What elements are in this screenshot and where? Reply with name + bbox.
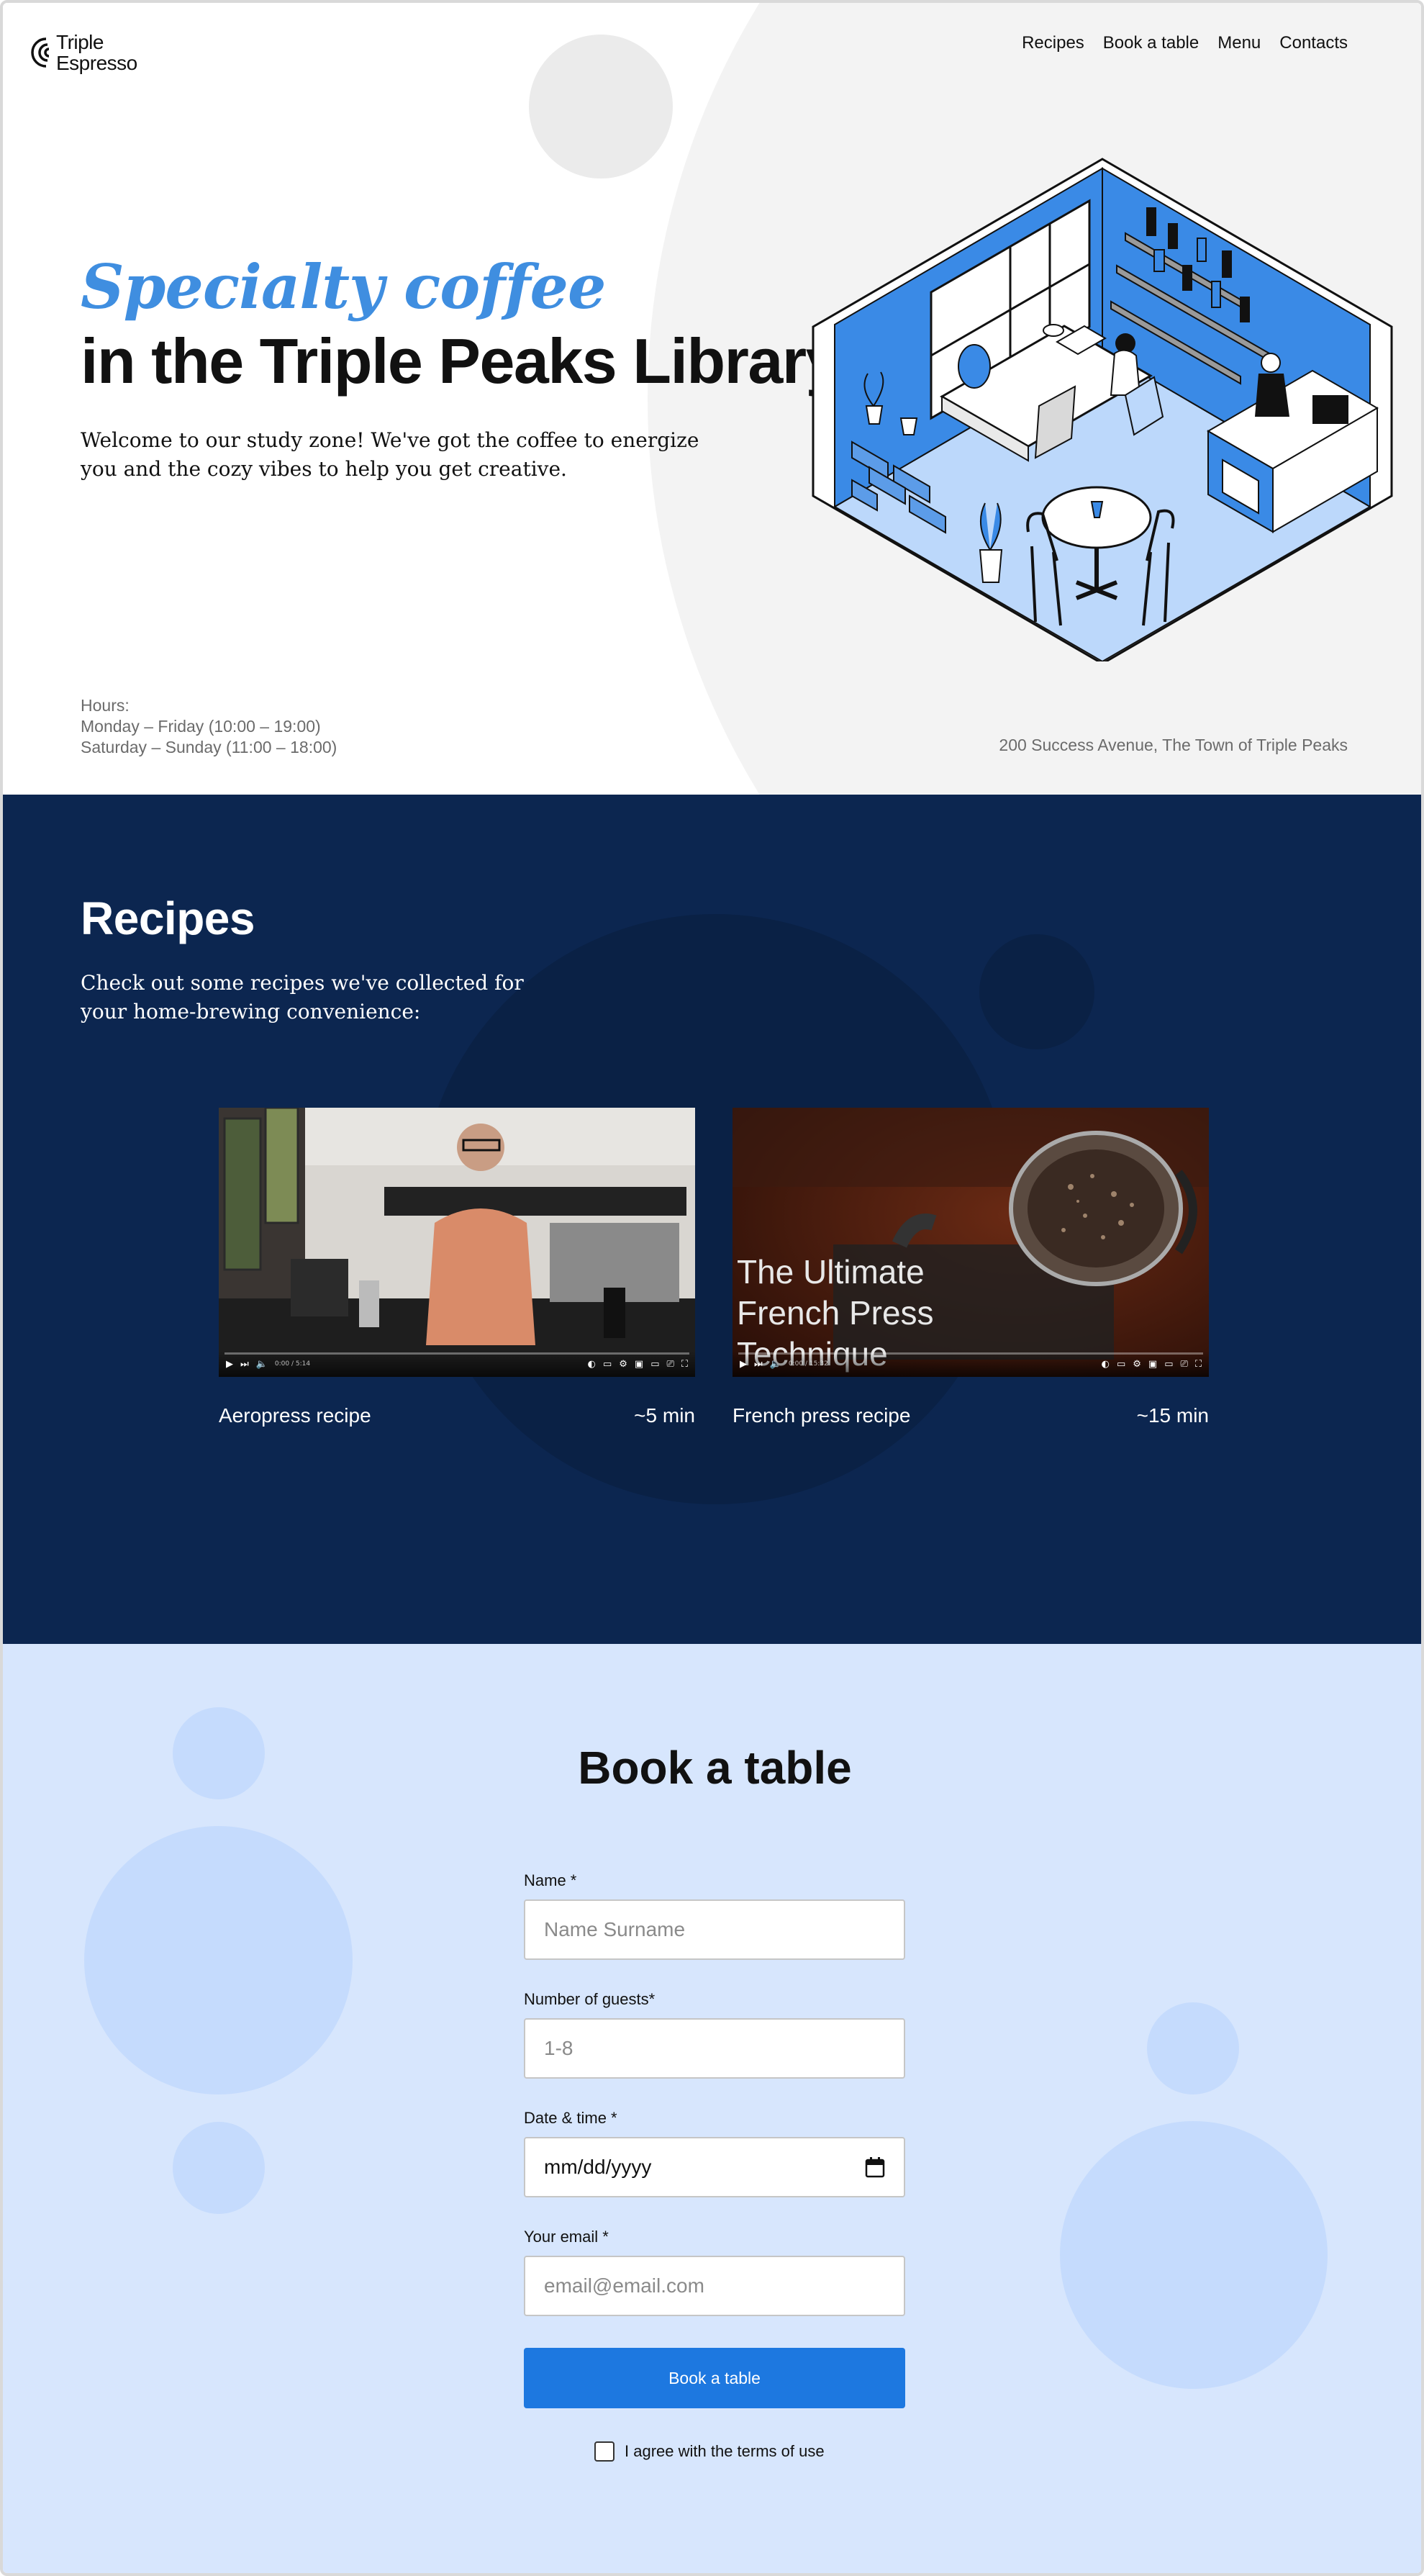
video-progress-bar[interactable]	[225, 1352, 689, 1355]
email-field-box	[524, 2256, 905, 2316]
hours-weekend: Saturday – Sunday (11:00 – 18:00)	[81, 738, 337, 756]
hero-section: Triple Espresso Recipes Book a table Men…	[3, 3, 1421, 795]
play-icon[interactable]: ▶	[740, 1359, 747, 1370]
nav-contacts[interactable]: Contacts	[1279, 32, 1348, 55]
cast-icon[interactable]: ⎚	[666, 1359, 674, 1370]
aeropress-caption: Aeropress recipe	[219, 1404, 371, 1427]
french-press-caption: French press recipe	[733, 1404, 911, 1427]
video-progress-bar[interactable]	[738, 1352, 1203, 1355]
volume-icon[interactable]: 🔈	[256, 1359, 268, 1370]
terms-checkbox[interactable]	[594, 2441, 615, 2462]
name-field-box	[524, 1899, 905, 1960]
video-timestamp: 0:00 / 15:32	[788, 1360, 828, 1368]
french-press-video[interactable]: The Ultimate French Press Technique ▶ ⏭ …	[733, 1108, 1209, 1377]
hero-title-italic: Specialty coffee	[81, 251, 606, 322]
subtitles-icon[interactable]: ▭	[603, 1359, 612, 1370]
recipes-description: Check out some recipes we've collected f…	[81, 971, 524, 1023]
guests-field-box	[524, 2018, 905, 2079]
subtitles-icon[interactable]: ▭	[1117, 1359, 1125, 1370]
name-label: Name *	[524, 1871, 577, 1889]
address: 200 Success Avenue, The Town of Triple P…	[999, 736, 1348, 754]
recipes-title: Recipes	[81, 892, 255, 944]
hours-weekdays: Monday – Friday (10:00 – 19:00)	[81, 717, 321, 736]
guests-input[interactable]	[544, 2037, 885, 2060]
autoplay-toggle-icon[interactable]: ◐	[1102, 1359, 1110, 1370]
logo-text: Triple Espresso	[56, 31, 137, 74]
aeropress-duration: ~5 min	[634, 1404, 695, 1427]
aeropress-video[interactable]: ▶ ⏭ 🔈 0:00 / 5:14 ◐ ▭ ⚙ ▣ ▭ ⎚ ⛶	[219, 1108, 695, 1377]
date-input[interactable]: mm/dd/yyyy	[524, 2137, 905, 2197]
email-label: Your email *	[524, 2228, 609, 2246]
fullscreen-icon[interactable]: ⛶	[1195, 1359, 1202, 1370]
theater-icon[interactable]: ▭	[650, 1359, 659, 1370]
book-decor-circle	[84, 1826, 353, 2094]
main-nav: Recipes Book a table Menu Contacts	[1022, 32, 1348, 55]
logo[interactable]: Triple Espresso	[30, 30, 145, 75]
book-decor-circle	[1060, 2121, 1328, 2389]
recipes-section: Recipes Check out some recipes we've col…	[3, 795, 1421, 1644]
play-icon[interactable]: ▶	[226, 1359, 233, 1370]
nav-book-a-table[interactable]: Book a table	[1103, 32, 1199, 55]
settings-icon[interactable]: ⚙	[619, 1359, 627, 1370]
nav-recipes[interactable]: Recipes	[1022, 32, 1084, 55]
french-press-caption-row: French press recipe ~15 min	[733, 1404, 1209, 1427]
volume-icon[interactable]: 🔈	[770, 1359, 781, 1370]
video-controls: ▶ ⏭ 🔈 0:00 / 5:14 ◐ ▭ ⚙ ▣ ▭ ⎚ ⛶	[219, 1351, 695, 1377]
next-icon[interactable]: ⏭	[754, 1359, 763, 1370]
name-input[interactable]	[544, 1918, 885, 1941]
calendar-icon[interactable]	[865, 2156, 885, 2178]
terms-label: I agree with the terms of use	[625, 2442, 825, 2460]
hours-label: Hours:	[81, 696, 130, 715]
theater-icon[interactable]: ▭	[1164, 1359, 1173, 1370]
cafe-illustration	[812, 158, 1393, 661]
date-input-value: mm/dd/yyyy	[544, 2156, 652, 2178]
book-title: Book a table	[578, 1742, 852, 1794]
french-press-duration: ~15 min	[1136, 1404, 1209, 1427]
email-input[interactable]	[544, 2274, 885, 2297]
video-timestamp: 0:00 / 5:14	[274, 1360, 311, 1368]
miniplayer-icon[interactable]: ▣	[1148, 1359, 1157, 1370]
page-frame: Triple Espresso Recipes Book a table Men…	[0, 0, 1424, 2576]
miniplayer-icon[interactable]: ▣	[635, 1359, 643, 1370]
french-press-video-thumbnail: The Ultimate French Press Technique	[733, 1108, 1209, 1377]
book-decor-circle	[173, 2122, 265, 2214]
aeropress-caption-row: Aeropress recipe ~5 min	[219, 1404, 695, 1427]
hero-title: in the Triple Peaks Library	[81, 325, 841, 397]
fullscreen-icon[interactable]: ⛶	[681, 1359, 688, 1370]
book-decor-circle	[1147, 2002, 1239, 2094]
hero-description: Welcome to our study zone! We've got the…	[81, 428, 699, 481]
nav-menu[interactable]: Menu	[1217, 32, 1261, 55]
autoplay-toggle-icon[interactable]: ◐	[588, 1359, 596, 1370]
recipes-decor-circle-small	[979, 934, 1094, 1049]
opening-hours: Hours: Monday – Friday (10:00 – 19:00) S…	[81, 695, 337, 758]
guests-label: Number of guests*	[524, 1990, 656, 2008]
video-controls: ▶ ⏭ 🔈 0:00 / 15:32 ◐ ▭ ⚙ ▣ ▭ ⎚ ⛶	[733, 1351, 1209, 1377]
aeropress-video-thumbnail	[219, 1108, 695, 1377]
settings-icon[interactable]: ⚙	[1133, 1359, 1141, 1370]
cast-icon[interactable]: ⎚	[1180, 1359, 1187, 1370]
book-a-table-button[interactable]: Book a table	[524, 2348, 905, 2408]
logo-mark-icon	[31, 37, 50, 68]
next-icon[interactable]: ⏭	[240, 1359, 249, 1370]
hero-decor-circle	[529, 35, 673, 178]
date-label: Date & time *	[524, 2109, 617, 2127]
book-section: Book a table Name * Number of guests* Da…	[3, 1644, 1421, 2573]
terms-agreement: I agree with the terms of use	[594, 2441, 825, 2462]
booking-form: Name * Number of guests* Date & time * m…	[524, 1871, 905, 2408]
